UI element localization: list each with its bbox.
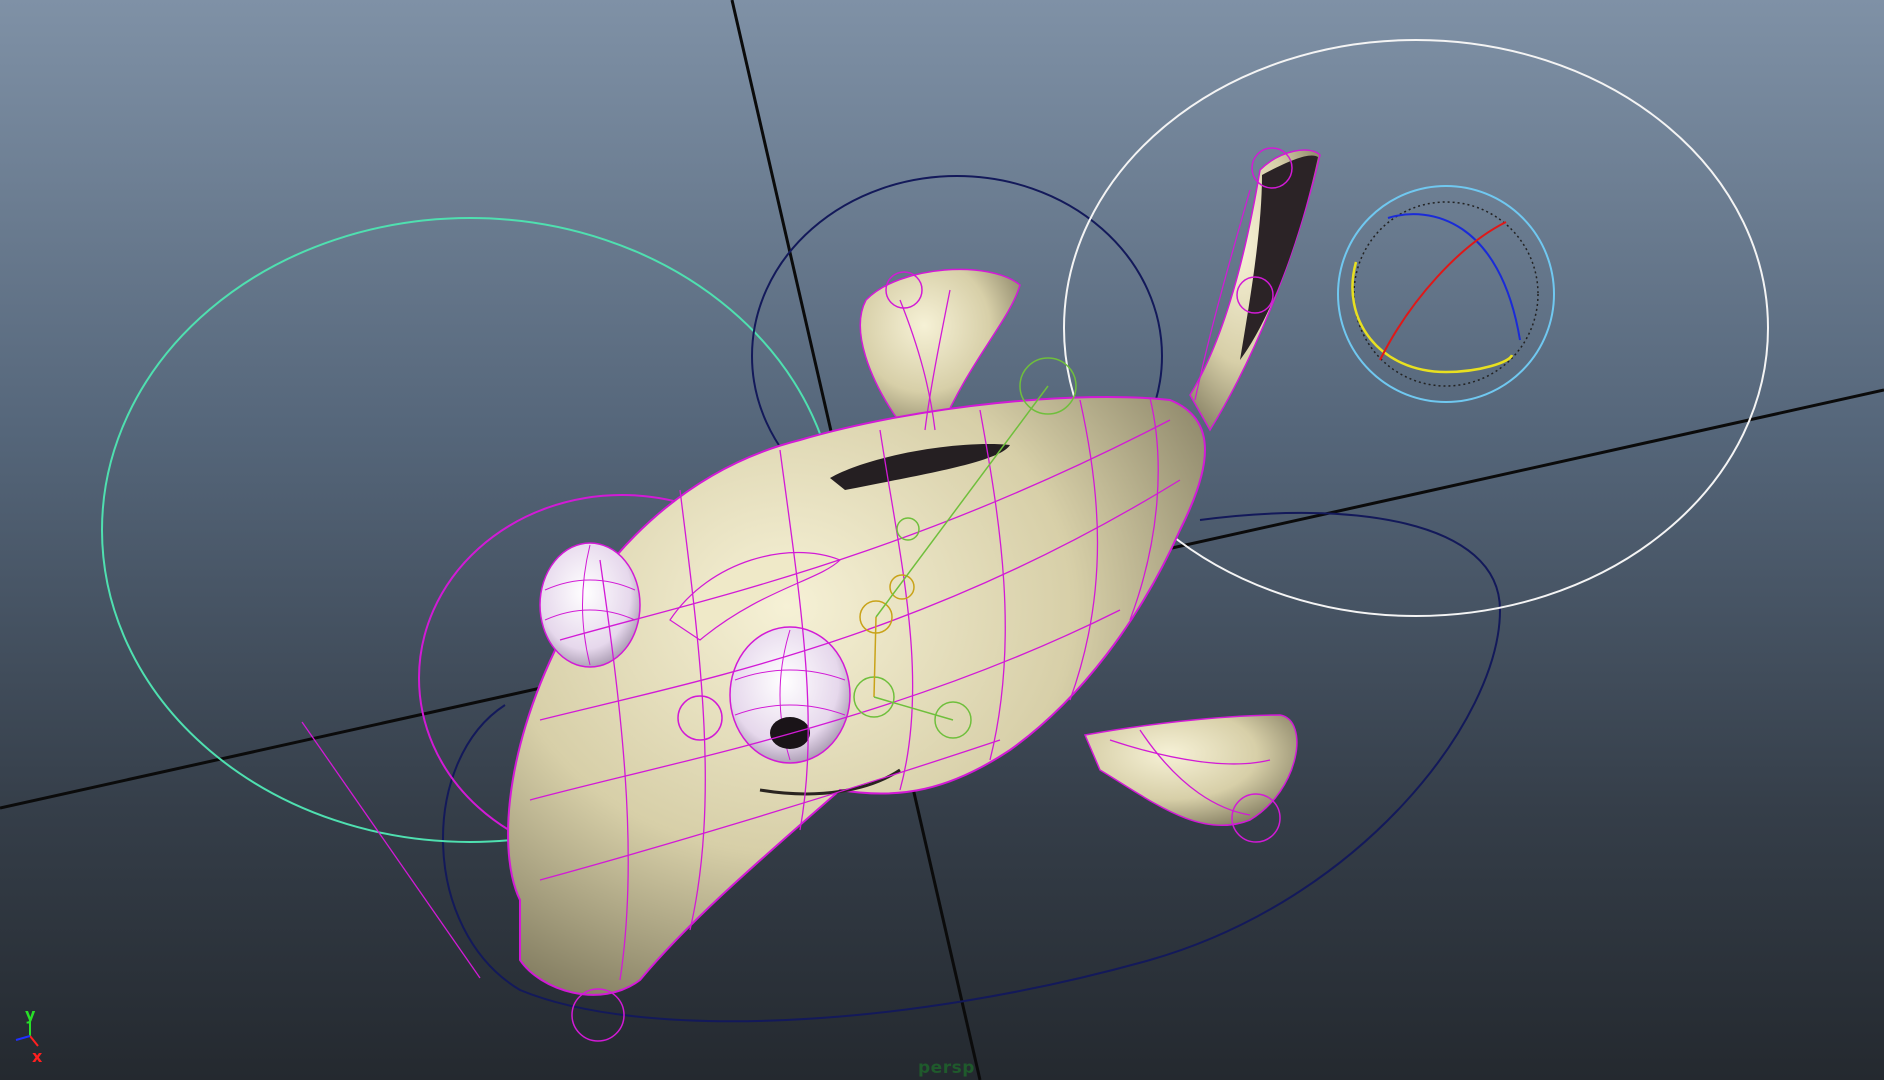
view-axis-indicator: y x: [15, 1005, 43, 1066]
eye-pupil: [770, 717, 810, 749]
eye-right[interactable]: [729, 626, 851, 764]
axis-y-label: y: [25, 1005, 36, 1024]
eye-left[interactable]: [539, 542, 641, 668]
axis-x-line: [29, 1035, 39, 1047]
axis-x-label: x: [32, 1047, 43, 1066]
axis-z-line: [15, 1035, 31, 1041]
maya-perspective-viewport[interactable]: y x persp: [0, 0, 1884, 1080]
scene-canvas[interactable]: [0, 0, 1884, 1080]
rotate-manipulator[interactable]: [1337, 185, 1555, 403]
camera-name-label: persp: [918, 1058, 975, 1078]
pectoral-fin[interactable]: [1083, 714, 1298, 827]
